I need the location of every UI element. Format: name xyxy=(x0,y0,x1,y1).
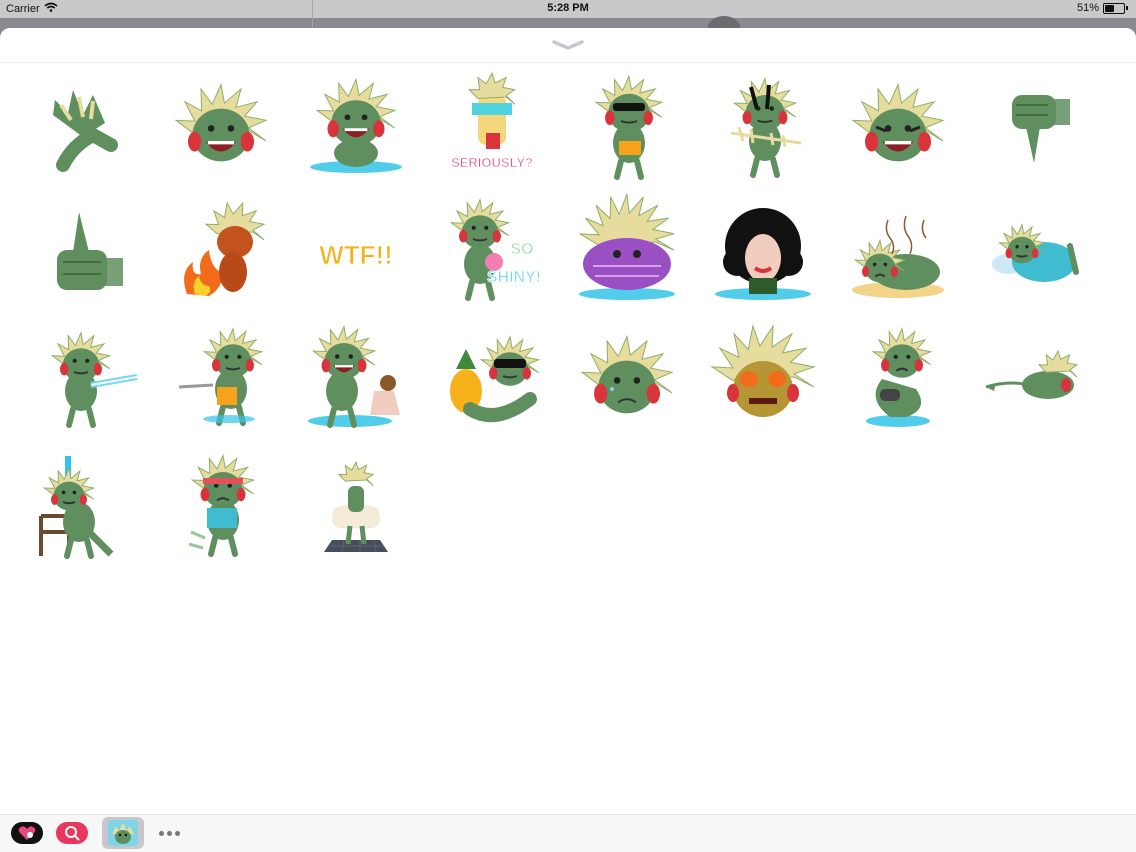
sticker-cool-shades[interactable] xyxy=(572,72,682,182)
clock: 5:28 PM xyxy=(547,2,589,14)
heart-app-button[interactable] xyxy=(10,819,44,847)
purple-crab-sticker-icon xyxy=(579,193,675,300)
sticker-laser[interactable] xyxy=(30,326,140,436)
wtf-sticker-icon: WTF!! xyxy=(319,240,393,271)
sticker-marilyn[interactable] xyxy=(301,453,411,563)
fishbone-sticker-icon xyxy=(730,76,801,178)
gaming-sticker-icon xyxy=(866,327,933,427)
more-icon xyxy=(158,830,180,836)
app-drawer xyxy=(0,814,1136,852)
sticker-laugh-tear[interactable] xyxy=(843,72,953,182)
sticker-thumbs-up[interactable] xyxy=(30,199,140,309)
heart-app-icon xyxy=(11,822,43,844)
curly-hair-sticker-icon xyxy=(714,208,811,300)
sticker-running[interactable] xyxy=(166,453,276,563)
sticker-splash-grin[interactable] xyxy=(301,72,411,182)
so-shiny-sticker-icon: SO SHINY! xyxy=(449,198,541,301)
sticker-gaming[interactable] xyxy=(843,326,953,436)
shower-chair-sticker-icon xyxy=(39,456,114,559)
running-sticker-icon xyxy=(188,453,255,557)
sticker-fire[interactable] xyxy=(166,199,276,309)
sticker-hand-wave[interactable] xyxy=(30,72,140,182)
sad-face-sticker-icon xyxy=(580,334,674,414)
background-divider xyxy=(312,0,313,28)
sticker-sad-face[interactable] xyxy=(572,326,682,436)
sticker-thumbs-down[interactable] xyxy=(979,72,1089,182)
status-bar: Carrier 5:28 PM 51% xyxy=(0,0,1136,18)
marilyn-sticker-icon xyxy=(324,460,388,553)
sticker-pineapple[interactable] xyxy=(437,326,547,436)
sleeping-sticker-icon xyxy=(991,223,1079,282)
sticker-sheet: SERIOUSLY? WTF!! SO SHINY! xyxy=(0,28,1136,852)
battery-group: 51% xyxy=(1077,2,1128,14)
monster-app-icon xyxy=(108,820,138,846)
swimming-sticker-icon xyxy=(985,349,1078,399)
with-girl-sticker-icon xyxy=(308,324,400,428)
sticker-so-shiny[interactable]: SO SHINY! xyxy=(437,198,547,309)
big-grin-sticker-icon xyxy=(173,82,268,162)
monster-stickers-app-button[interactable] xyxy=(102,817,144,849)
stinky-sticker-icon xyxy=(852,215,944,298)
water-gun-sticker-icon xyxy=(178,327,263,426)
sticker-fishbone[interactable] xyxy=(708,72,818,182)
sticker-big-grin[interactable] xyxy=(166,72,276,182)
sticker-purple-crab[interactable] xyxy=(572,193,682,309)
sticker-water-gun[interactable] xyxy=(166,326,276,436)
collapse-chevron-icon[interactable] xyxy=(548,38,588,52)
magnifier-icon xyxy=(56,822,88,844)
fire-sticker-icon xyxy=(183,201,265,296)
sticker-shower-chair[interactable] xyxy=(30,453,140,563)
svg-text:SHINY!: SHINY! xyxy=(486,269,540,286)
svg-text:SERIOUSLY?: SERIOUSLY? xyxy=(451,155,533,170)
battery-tip xyxy=(1126,6,1128,10)
sticker-swimming[interactable] xyxy=(979,326,1089,436)
thumbs-up-sticker-icon xyxy=(57,212,123,290)
svg-text:SO: SO xyxy=(510,241,533,258)
sticker-stinky[interactable] xyxy=(843,199,953,309)
hand-wave-sticker-icon xyxy=(53,90,118,172)
pineapple-sticker-icon xyxy=(449,335,540,422)
seriously-sticker-icon: SERIOUSLY? xyxy=(450,71,533,170)
sticker-seriously[interactable]: SERIOUSLY? xyxy=(437,71,547,182)
sticker-wtf[interactable]: WTF!! xyxy=(301,199,411,309)
laugh-tear-sticker-icon xyxy=(851,82,945,162)
search-app-button[interactable] xyxy=(55,819,89,847)
sticker-sleeping[interactable] xyxy=(979,199,1089,309)
cool-shades-sticker-icon xyxy=(594,74,664,180)
fire-eyes-sticker-icon xyxy=(709,324,816,417)
sticker-fire-eyes[interactable] xyxy=(708,324,818,436)
laser-sticker-icon xyxy=(50,331,138,428)
battery-icon xyxy=(1103,2,1125,14)
svg-text:WTF!!: WTF!! xyxy=(319,240,393,270)
sheet-separator xyxy=(0,62,1136,63)
more-apps-button[interactable] xyxy=(152,819,186,847)
sticker-with-girl[interactable] xyxy=(301,324,411,436)
battery-percent: 51% xyxy=(1076,2,1099,14)
splash-grin-sticker-icon xyxy=(310,77,402,173)
sticker-curly-hair[interactable] xyxy=(708,199,818,309)
thumbs-down-sticker-icon xyxy=(1011,95,1070,163)
